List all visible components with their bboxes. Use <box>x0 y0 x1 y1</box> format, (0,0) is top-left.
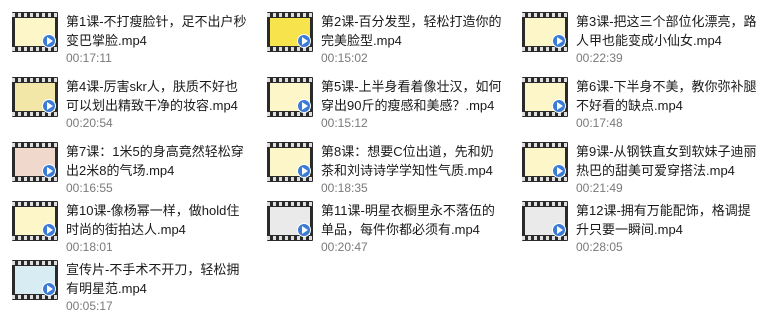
video-duration: 00:28:05 <box>576 240 623 254</box>
play-icon <box>297 223 311 237</box>
video-thumbnail <box>12 201 58 241</box>
video-file-item[interactable]: 第7课：1米5的身高竟然轻松穿出2米8的气场.mp4 00:16:55 <box>0 134 250 195</box>
video-thumbnail <box>12 260 58 300</box>
video-file-item[interactable]: 第4课-厉害skr人，肤质不好也可以划出精致干净的妆容.mp4 00:20:54 <box>0 69 250 130</box>
video-thumbnail <box>522 77 568 117</box>
video-file-item[interactable]: 第2课-百分发型，轻松打造你的完美脸型.mp4 00:15:02 <box>255 4 505 65</box>
video-thumbnail <box>267 142 313 182</box>
video-file-item[interactable]: 第11课-明星衣橱里永不落伍的单品，每件你都必须有.mp4 00:20:47 <box>255 193 505 254</box>
play-icon <box>552 164 566 178</box>
video-thumbnail <box>522 142 568 182</box>
video-file-item[interactable]: 第5课-上半身看着像壮汉，如何穿出90斤的瘦感和美感？.mp4 00:15:12 <box>255 69 505 130</box>
video-duration: 00:15:12 <box>321 116 368 130</box>
video-title: 第3课-把这三个部位化漂亮，路人甲也能变成小仙女.mp4 <box>576 14 757 48</box>
video-file-item[interactable]: 第9课-从钢铁直女到软妹子迪丽热巴的甜美可爱穿搭法.mp4 00:21:49 <box>510 134 760 195</box>
video-file-item[interactable]: 第10课-像杨幂一样，做hold住时尚的街拍达人.mp4 00:18:01 <box>0 193 250 254</box>
video-title: 第7课：1米5的身高竟然轻松穿出2米8的气场.mp4 <box>66 144 244 178</box>
video-duration: 00:05:17 <box>66 299 113 313</box>
video-duration: 00:20:47 <box>321 240 368 254</box>
video-title: 宣传片-不手术不开刀，轻松拥有明星范.mp4 <box>66 262 240 296</box>
video-file-item[interactable]: 宣传片-不手术不开刀，轻松拥有明星范.mp4 00:05:17 <box>0 252 250 313</box>
video-thumbnail <box>267 201 313 241</box>
play-icon <box>42 34 56 48</box>
video-title: 第6课-下半身不美，教你弥补腿不好看的缺点.mp4 <box>576 79 757 113</box>
video-title: 第5课-上半身看着像壮汉，如何穿出90斤的瘦感和美感？.mp4 <box>321 79 502 113</box>
play-icon <box>552 34 566 48</box>
video-thumbnail <box>12 77 58 117</box>
video-thumbnail <box>522 201 568 241</box>
video-title: 第11课-明星衣橱里永不落伍的单品，每件你都必须有.mp4 <box>321 203 495 237</box>
video-title: 第8课：想要C位出道，先和奶茶和刘诗诗学学知性气质.mp4 <box>321 144 494 178</box>
video-duration: 00:22:39 <box>576 51 623 65</box>
play-icon <box>297 99 311 113</box>
video-duration: 00:17:48 <box>576 116 623 130</box>
video-file-item[interactable]: 第8课：想要C位出道，先和奶茶和刘诗诗学学知性气质.mp4 00:18:35 <box>255 134 505 195</box>
video-file-item[interactable]: 第6课-下半身不美，教你弥补腿不好看的缺点.mp4 00:17:48 <box>510 69 760 130</box>
video-file-item[interactable]: 第1课-不打瘦脸针，足不出户秒变巴掌脸.mp4 00:17:11 <box>0 4 250 65</box>
play-icon <box>42 99 56 113</box>
play-icon <box>42 282 56 296</box>
video-thumbnail <box>522 12 568 52</box>
play-icon <box>552 223 566 237</box>
play-icon <box>42 223 56 237</box>
video-duration: 00:20:54 <box>66 116 113 130</box>
video-title: 第12课-拥有万能配饰，格调提升只要一瞬间.mp4 <box>576 203 751 237</box>
video-thumbnail <box>267 77 313 117</box>
play-icon <box>297 34 311 48</box>
video-thumbnail <box>12 12 58 52</box>
video-title: 第2课-百分发型，轻松打造你的完美脸型.mp4 <box>321 14 502 48</box>
video-title: 第1课-不打瘦脸针，足不出户秒变巴掌脸.mp4 <box>66 14 247 48</box>
video-duration: 00:15:02 <box>321 51 368 65</box>
video-title: 第9课-从钢铁直女到软妹子迪丽热巴的甜美可爱穿搭法.mp4 <box>576 144 757 178</box>
video-file-item[interactable]: 第12课-拥有万能配饰，格调提升只要一瞬间.mp4 00:28:05 <box>510 193 760 254</box>
video-thumbnail <box>267 12 313 52</box>
video-file-grid: 第1课-不打瘦脸针，足不出户秒变巴掌脸.mp4 00:17:11 第2课-百分发… <box>0 0 778 314</box>
video-thumbnail <box>12 142 58 182</box>
video-file-item[interactable]: 第3课-把这三个部位化漂亮，路人甲也能变成小仙女.mp4 00:22:39 <box>510 4 760 65</box>
video-title: 第10课-像杨幂一样，做hold住时尚的街拍达人.mp4 <box>66 203 240 237</box>
video-title: 第4课-厉害skr人，肤质不好也可以划出精致干净的妆容.mp4 <box>66 79 238 113</box>
video-duration: 00:17:11 <box>66 51 112 65</box>
play-icon <box>552 99 566 113</box>
play-icon <box>297 164 311 178</box>
play-icon <box>42 164 56 178</box>
